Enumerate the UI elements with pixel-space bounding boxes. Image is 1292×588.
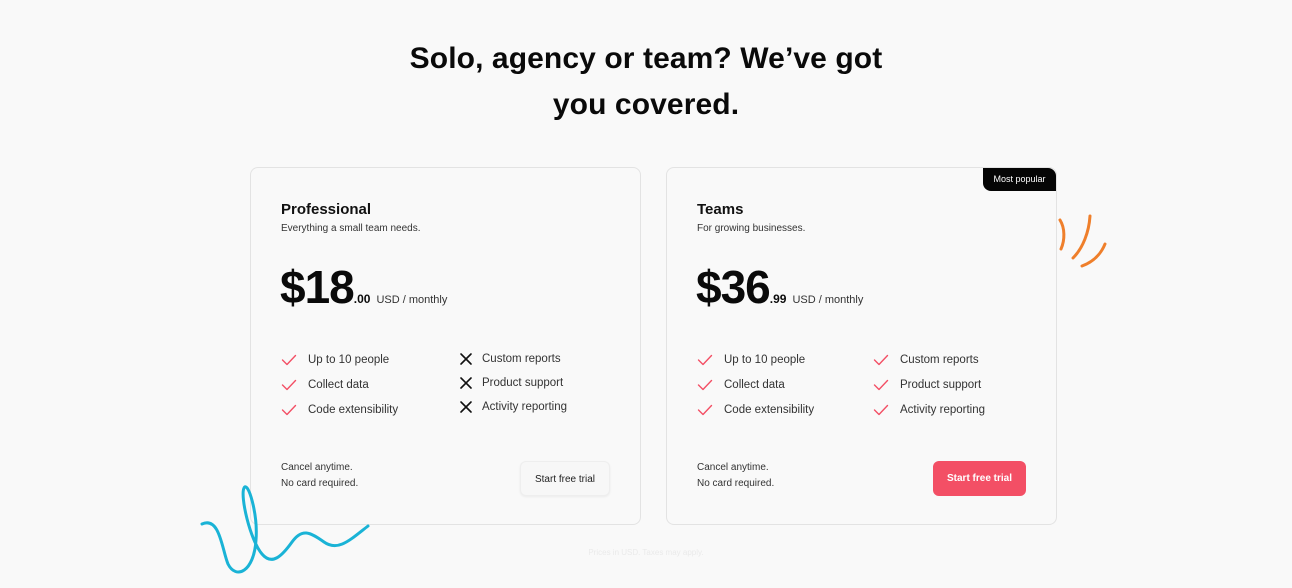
note-line-1: Cancel anytime. xyxy=(697,462,769,473)
decorative-doodle-orange xyxy=(1058,214,1107,268)
check-icon xyxy=(281,379,297,391)
check-icon xyxy=(873,354,889,366)
plan-price: $18.00 USD / monthly xyxy=(280,260,447,314)
check-icon xyxy=(281,404,297,416)
check-icon xyxy=(697,379,713,391)
plan-note: Cancel anytime. No card required. xyxy=(697,460,774,492)
price-whole: $36 xyxy=(696,261,771,313)
feature-label: Code extensibility xyxy=(308,404,399,416)
feature-label: Up to 10 people xyxy=(308,354,390,366)
start-free-trial-button[interactable]: Start free trial xyxy=(520,461,610,496)
x-icon xyxy=(460,377,472,389)
plan-card-professional: Professional Everything a small team nee… xyxy=(250,167,641,525)
plan-name: Teams xyxy=(697,201,744,218)
price-period: USD / monthly xyxy=(376,294,448,306)
check-icon xyxy=(873,379,889,391)
note-line-1: Cancel anytime. xyxy=(281,462,353,473)
check-icon xyxy=(697,404,713,416)
decorative-doodle-blue xyxy=(200,485,370,574)
x-icon xyxy=(460,401,472,413)
feature-label: Activity reporting xyxy=(900,404,986,416)
most-popular-badge: Most popular xyxy=(983,168,1056,191)
plan-price: $36.99 USD / monthly xyxy=(696,260,863,314)
price-whole: $18 xyxy=(280,261,355,313)
heading-line-1: Solo, agency or team? We’ve got xyxy=(409,42,883,75)
feature-label: Activity reporting xyxy=(482,401,568,413)
start-free-trial-button[interactable]: Start free trial xyxy=(933,461,1026,496)
feature-label: Collect data xyxy=(308,379,369,391)
plan-name: Professional xyxy=(281,201,372,218)
feature-label: Product support xyxy=(900,379,982,391)
heading-line-2: you covered. xyxy=(552,88,740,121)
pricing-footnote: Prices in USD. Taxes may apply. xyxy=(588,548,704,557)
price-period: USD / monthly xyxy=(792,294,864,306)
feature-label: Custom reports xyxy=(900,354,979,366)
plan-description: Everything a small team needs. xyxy=(281,223,421,234)
price-cents: .00 xyxy=(353,292,371,306)
check-icon xyxy=(281,354,297,366)
plan-card-teams: Most popular Teams For growing businesse… xyxy=(666,167,1057,525)
page-heading: Solo, agency or team? We’ve got you cove… xyxy=(0,36,1292,128)
check-icon xyxy=(697,354,713,366)
price-cents: .99 xyxy=(769,292,787,306)
x-icon xyxy=(460,353,472,365)
feature-label: Custom reports xyxy=(482,353,561,365)
feature-label: Product support xyxy=(482,377,564,389)
note-line-2: No card required. xyxy=(697,478,775,489)
feature-label: Collect data xyxy=(724,379,785,391)
check-icon xyxy=(873,404,889,416)
plan-description: For growing businesses. xyxy=(697,223,806,234)
feature-label: Up to 10 people xyxy=(724,354,806,366)
feature-label: Code extensibility xyxy=(724,404,815,416)
